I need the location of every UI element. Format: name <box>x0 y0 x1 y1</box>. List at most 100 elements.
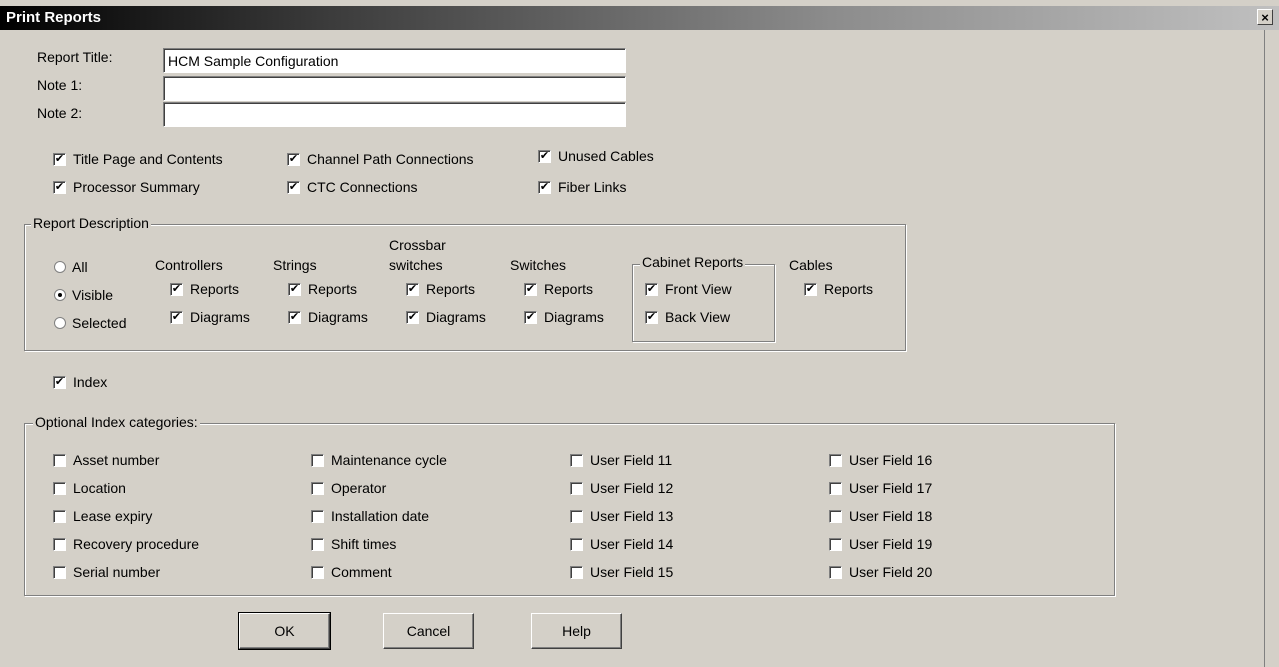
checkbox-label: User Field 16 <box>849 452 933 468</box>
crossbar-reports-checkbox[interactable]: ✔ Reports <box>406 281 475 297</box>
checkbox-label: User Field 14 <box>590 536 674 552</box>
checkbox-box <box>311 481 324 495</box>
index-category-checkbox[interactable]: User Field 20 <box>829 564 932 580</box>
controllers-reports-checkbox[interactable]: ✔ Reports <box>170 281 239 297</box>
cabinet-reports-legend: Cabinet Reports <box>640 254 746 270</box>
back-view-checkbox[interactable]: ✔ Back View <box>645 309 730 325</box>
checkbox-label: Reports <box>308 281 358 297</box>
crossbar-header-line2: switches <box>389 257 443 273</box>
checkbox-label: Diagrams <box>308 309 368 325</box>
checkbox-label: Back View <box>665 309 731 325</box>
index-category-checkbox[interactable]: Serial number <box>53 564 160 580</box>
crossbar-diagrams-checkbox[interactable]: ✔ Diagrams <box>406 309 486 325</box>
check-icon: ✔ <box>525 282 536 295</box>
check-icon: ✔ <box>288 180 299 193</box>
check-icon: ✔ <box>171 282 182 295</box>
index-category-checkbox[interactable]: User Field 19 <box>829 536 932 552</box>
index-category-checkbox[interactable]: User Field 14 <box>570 536 673 552</box>
window-title: Print Reports <box>6 9 102 26</box>
front-view-checkbox[interactable]: ✔ Front View <box>645 281 732 297</box>
switches-diagrams-checkbox[interactable]: ✔ Diagrams <box>524 309 604 325</box>
checkbox-box: ✔ <box>53 152 66 166</box>
checkbox-label: Reports <box>544 281 594 297</box>
index-category-checkbox[interactable]: User Field 16 <box>829 452 932 468</box>
index-category-checkbox[interactable]: Location <box>53 480 126 496</box>
index-category-checkbox[interactable]: User Field 12 <box>570 480 673 496</box>
help-button[interactable]: Help <box>531 613 622 649</box>
title-bar[interactable]: Print Reports × <box>0 6 1279 30</box>
check-icon: ✔ <box>289 310 300 323</box>
checkbox-label: Diagrams <box>190 309 250 325</box>
controllers-diagrams-checkbox[interactable]: ✔ Diagrams <box>170 309 250 325</box>
index-category-checkbox[interactable]: User Field 17 <box>829 480 932 496</box>
index-category-checkbox[interactable]: Comment <box>311 564 392 580</box>
checkbox-box <box>570 509 583 523</box>
note2-input[interactable] <box>163 102 626 127</box>
switches-reports-checkbox[interactable]: ✔ Reports <box>524 281 593 297</box>
index-category-checkbox[interactable]: User Field 13 <box>570 508 673 524</box>
ctc-connections-checkbox[interactable]: ✔ CTC Connections <box>287 179 418 195</box>
checkbox-box <box>570 537 583 551</box>
unused-cables-checkbox[interactable]: ✔ Unused Cables <box>538 148 654 164</box>
fiber-links-checkbox[interactable]: ✔ Fiber Links <box>538 179 626 195</box>
print-reports-dialog: Print Reports × Report Title: Note 1: No… <box>0 0 1279 667</box>
checkbox-label: Index <box>73 374 108 390</box>
crossbar-header-line1: Crossbar <box>389 237 446 253</box>
ok-button[interactable]: OK <box>238 612 331 650</box>
checkbox-box: ✔ <box>406 282 419 296</box>
check-icon: ✔ <box>54 375 65 388</box>
checkbox-label: Installation date <box>331 508 430 524</box>
index-category-checkbox[interactable]: Asset number <box>53 452 159 468</box>
checkbox-box: ✔ <box>287 180 300 194</box>
note1-input[interactable] <box>163 76 626 101</box>
index-category-checkbox[interactable]: User Field 15 <box>570 564 673 580</box>
processor-summary-checkbox[interactable]: ✔ Processor Summary <box>53 179 200 195</box>
report-title-input[interactable] <box>163 48 626 73</box>
checkbox-box: ✔ <box>538 180 551 194</box>
index-category-checkbox[interactable]: Lease expiry <box>53 508 152 524</box>
index-checkbox[interactable]: ✔ Index <box>53 374 107 390</box>
checkbox-label: Unused Cables <box>558 148 654 164</box>
index-category-checkbox[interactable]: Installation date <box>311 508 429 524</box>
checkbox-box <box>53 453 66 467</box>
index-category-checkbox[interactable]: Operator <box>311 480 386 496</box>
checkbox-box: ✔ <box>524 282 537 296</box>
check-icon: ✔ <box>171 310 182 323</box>
checkbox-label: Processor Summary <box>73 179 200 195</box>
radio-visible[interactable]: Visible <box>54 287 113 303</box>
check-icon: ✔ <box>407 310 418 323</box>
check-icon: ✔ <box>54 152 65 165</box>
channel-path-checkbox[interactable]: ✔ Channel Path Connections <box>287 151 474 167</box>
checkbox-label: Serial number <box>73 564 161 580</box>
radio-all[interactable]: All <box>54 259 88 275</box>
checkbox-label: User Field 17 <box>849 480 933 496</box>
title-page-checkbox[interactable]: ✔ Title Page and Contents <box>53 151 223 167</box>
strings-diagrams-checkbox[interactable]: ✔ Diagrams <box>288 309 368 325</box>
checkbox-label: User Field 20 <box>849 564 933 580</box>
index-category-checkbox[interactable]: Maintenance cycle <box>311 452 447 468</box>
checkbox-box <box>829 509 842 523</box>
checkbox-box <box>570 481 583 495</box>
checkbox-label: Location <box>73 480 126 496</box>
checkbox-label: Title Page and Contents <box>73 151 223 167</box>
checkbox-box <box>53 481 66 495</box>
checkbox-box: ✔ <box>288 310 301 324</box>
close-button[interactable]: × <box>1257 9 1273 25</box>
checkbox-label: Recovery procedure <box>73 536 200 552</box>
check-icon: ✔ <box>646 282 657 295</box>
checkbox-box <box>829 565 842 579</box>
checkbox-label: User Field 18 <box>849 508 933 524</box>
checkbox-label: Maintenance cycle <box>331 452 447 468</box>
index-category-checkbox[interactable]: Recovery procedure <box>53 536 199 552</box>
checkbox-label: Fiber Links <box>558 179 627 195</box>
strings-reports-checkbox[interactable]: ✔ Reports <box>288 281 357 297</box>
index-category-checkbox[interactable]: Shift times <box>311 536 396 552</box>
close-icon: × <box>1261 9 1269 25</box>
checkbox-box: ✔ <box>170 282 183 296</box>
index-category-checkbox[interactable]: User Field 18 <box>829 508 932 524</box>
index-category-checkbox[interactable]: User Field 11 <box>570 452 672 468</box>
cables-reports-checkbox[interactable]: ✔ Reports <box>804 281 873 297</box>
radio-selected[interactable]: Selected <box>54 315 126 331</box>
help-button-label: Help <box>562 623 591 639</box>
cancel-button[interactable]: Cancel <box>383 613 474 649</box>
